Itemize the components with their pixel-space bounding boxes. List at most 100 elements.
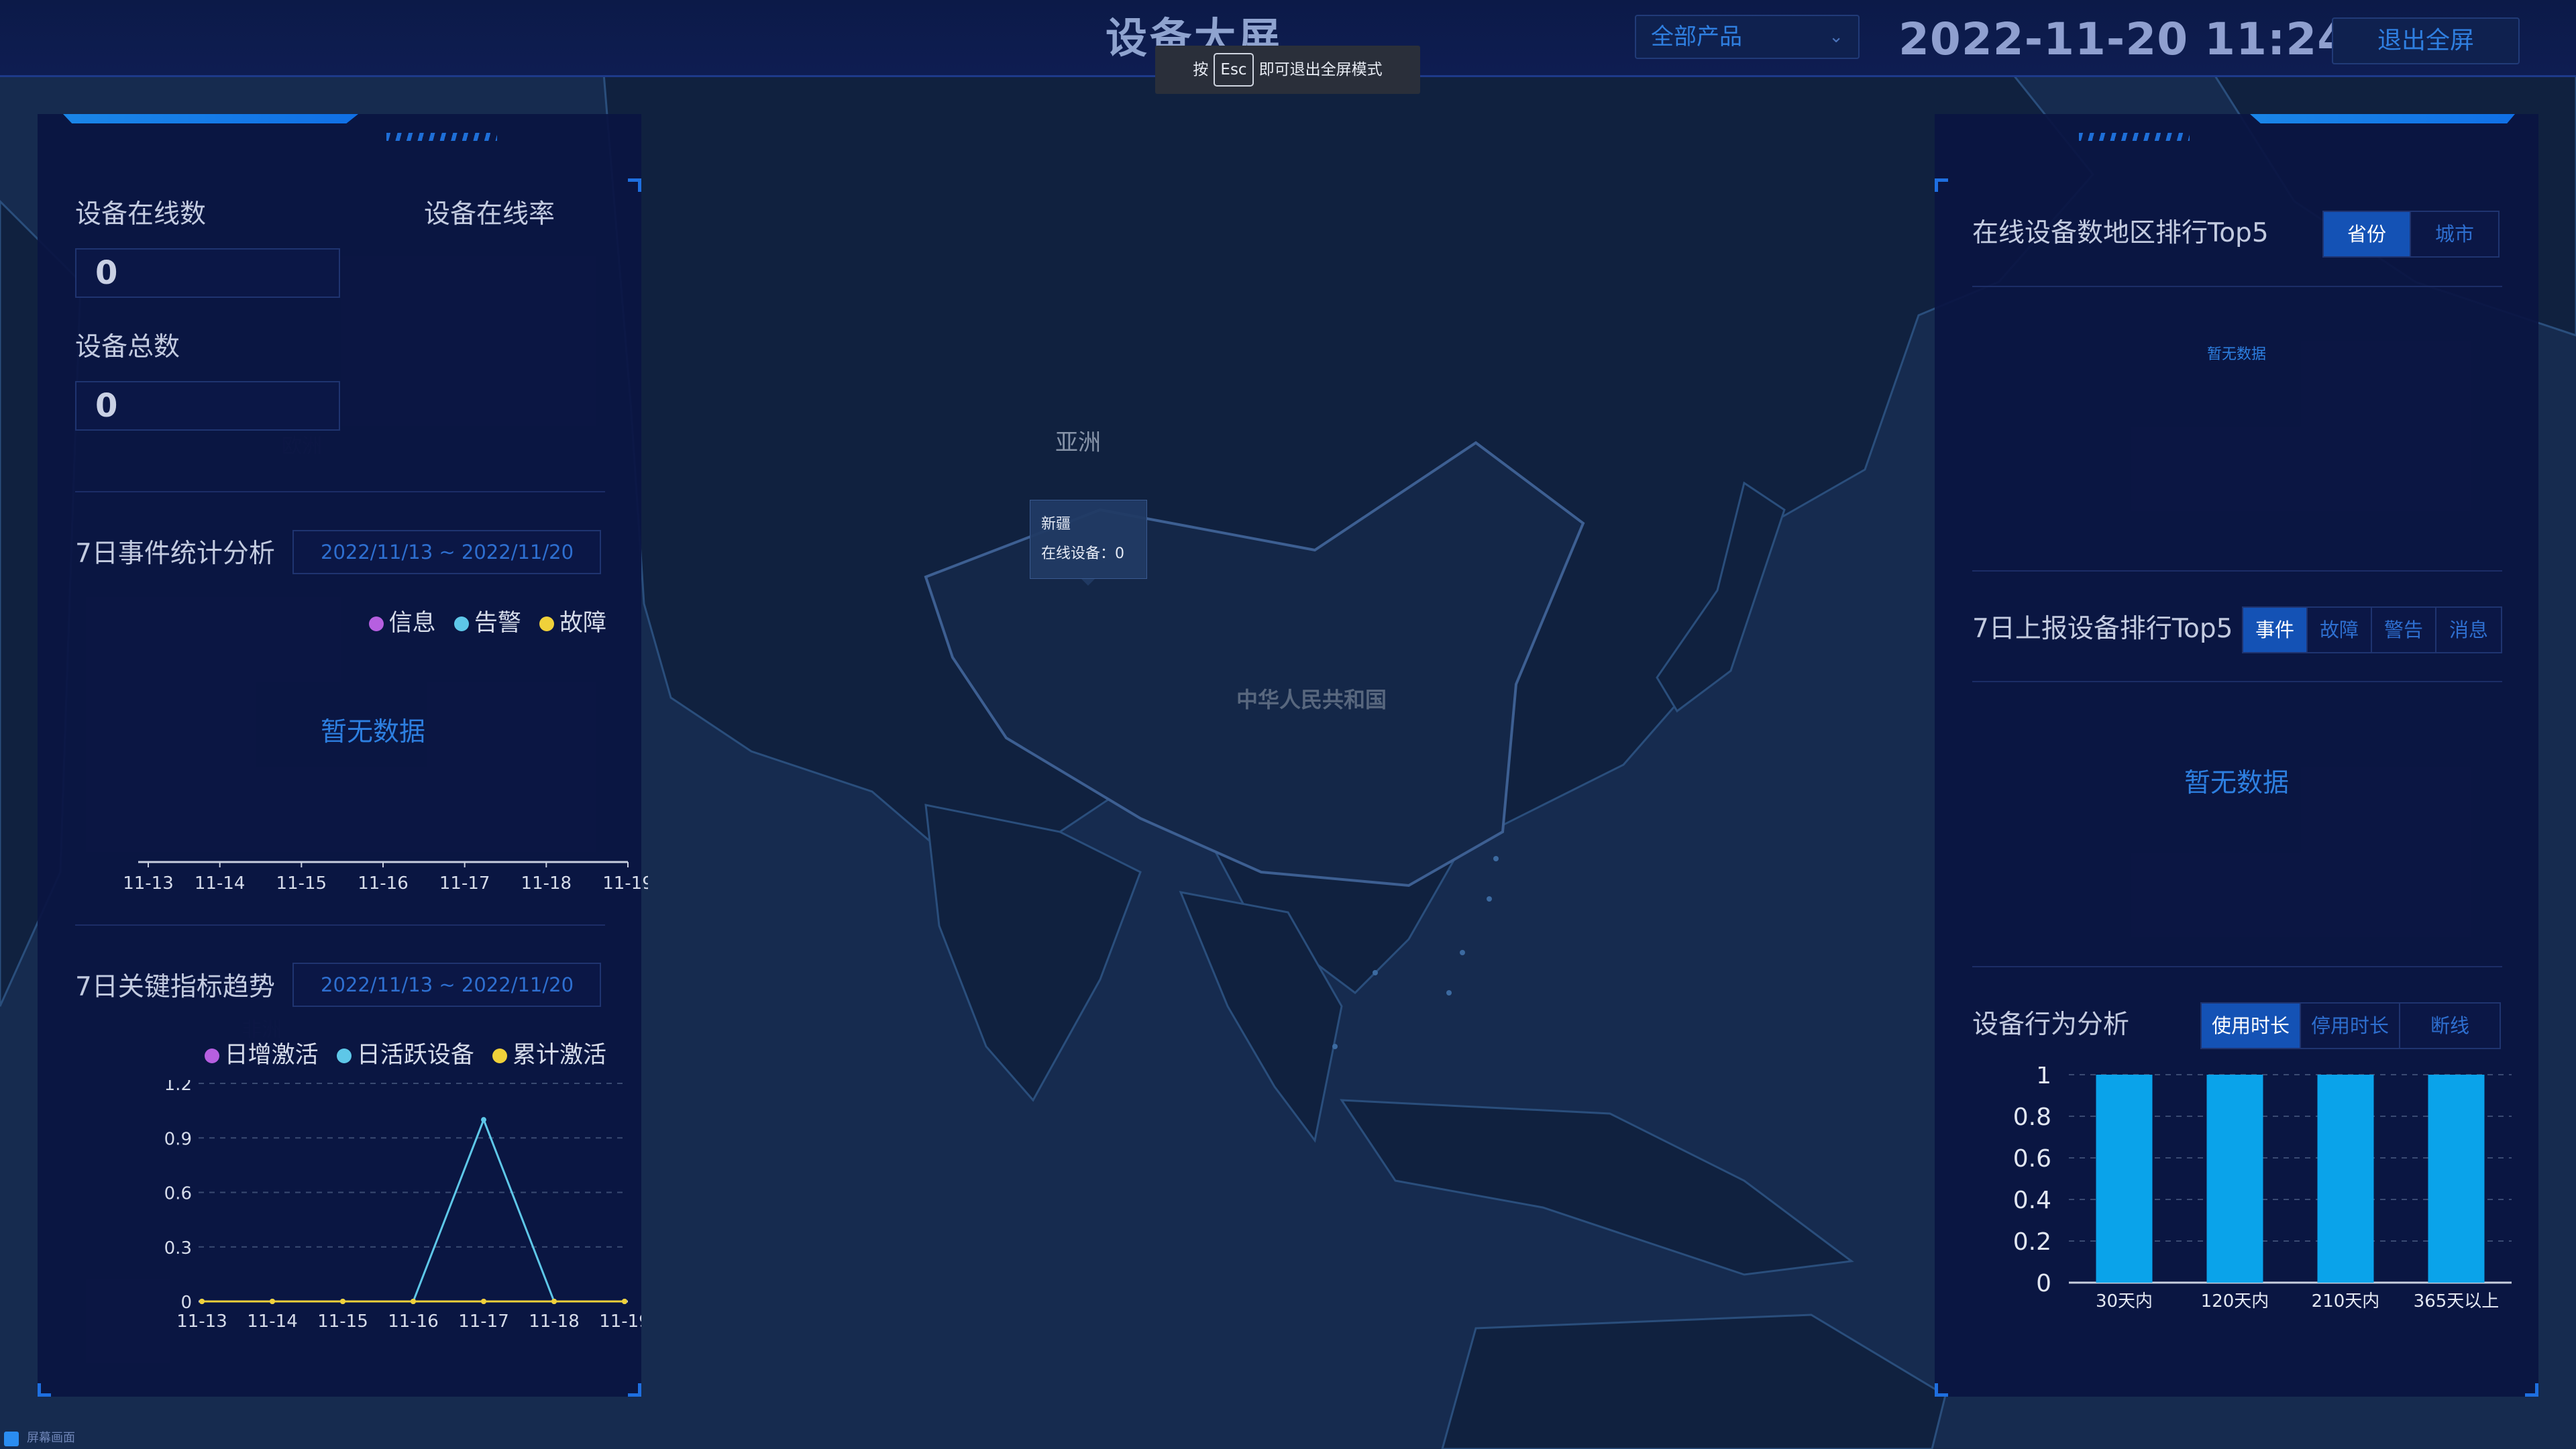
toast-text-after: 即可退出全屏模式 [1258,61,1383,78]
behavior-y-label: 0.6 [2013,1145,2051,1173]
panel-topbar [2250,114,2515,123]
legend-dot [336,1049,352,1063]
panel-corner [2525,1383,2538,1397]
exit-fullscreen-button[interactable]: 退出全屏 [2332,17,2520,64]
events-title: 7日事件统计分析 [75,539,275,569]
trends-data-point [270,1299,275,1304]
trends-y-label: 0.6 [164,1184,192,1204]
online-count-value: 0 [75,248,340,298]
events-range-sep: ~ [439,541,455,564]
region-no-data: 暂无数据 [2206,346,2266,363]
trends-range-sep: ~ [439,973,455,996]
legend-dot [453,616,469,631]
status-bar: 屏幕画面 [0,1428,87,1449]
trends-x-label: 11-18 [529,1311,580,1332]
trends-x-label: 11-14 [247,1311,298,1332]
trends-x-label: 11-15 [317,1311,368,1332]
tab-event[interactable]: 事件 [2243,608,2308,652]
trends-data-point [481,1299,486,1304]
chevron-down-icon: ⌄ [1829,27,1843,47]
behavior-y-label: 1 [2036,1067,2051,1089]
events-x-label: 11-16 [358,873,409,894]
events-x-label: 11-19 [602,873,648,894]
panel-stripe [386,133,497,141]
product-select-value: 全部产品 [1651,23,1742,50]
trends-data-point [622,1299,627,1304]
events-x-label: 11-18 [521,873,572,894]
trends-legend: 日增激活 日活跃设备 累计激活 [194,1036,606,1070]
behavior-x-label: 365天以上 [2414,1291,2500,1311]
online-rate-label: 设备在线率 [424,199,555,229]
fullscreen-toast: 按 Esc 即可退出全屏模式 [1155,46,1420,94]
tooltip-region: 新疆 [1041,516,1071,533]
left-panel: 设备在线数 0 设备在线率 设备总数 0 7日事件统计分析 2022/11/13… [38,114,648,1397]
legend-dot [492,1049,507,1063]
behavior-tabs: 使用时长 停用时长 断线 [2200,1002,2501,1049]
trends-x-label: 11-13 [176,1311,227,1332]
events-date-range[interactable]: 2022/11/13 ~ 2022/11/20 [292,530,601,574]
tab-message[interactable]: 消息 [2436,608,2501,652]
trends-data-point [340,1299,345,1304]
section-divider [1972,966,2502,967]
panel-topbar [63,114,358,123]
map-tooltip: 新疆 在线设备：0 [1030,500,1147,579]
panel-stripe [2079,133,2190,141]
events-x-label: 11-13 [125,873,174,894]
online-count-label: 设备在线数 [75,199,207,229]
product-select[interactable]: 全部产品 ⌄ [1635,15,1860,59]
panel-corner [1935,1383,1948,1397]
behavior-y-label: 0.8 [2013,1104,2051,1131]
tab-warning[interactable]: 警告 [2372,608,2436,652]
panel-corner [628,178,641,192]
events-chart: 11-13 11-14 11-15 11-16 11-17 11-18 11-19 [125,861,648,894]
legend-label: 告警 [474,610,521,637]
tab-idle-duration[interactable]: 停用时长 [2301,1004,2400,1048]
trends-date-range[interactable]: 2022/11/13 ~ 2022/11/20 [292,963,601,1007]
legend-label: 故障 [559,610,606,637]
tab-city[interactable]: 城市 [2411,212,2498,256]
behavior-bar [2428,1075,2485,1283]
total-count-value: 0 [75,381,340,431]
behavior-x-label: 120天内 [2201,1291,2269,1311]
tab-fault[interactable]: 故障 [2308,608,2372,652]
behavior-x-label: 30天内 [2096,1291,2153,1311]
trends-line-chart: 0 0.3 0.6 0.9 1.2 11-13 11-14 11-15 11-16 11-17 11… [164,1080,641,1332]
behavior-y-label: 0 [2036,1270,2051,1297]
section-divider [1972,286,2502,287]
behavior-bar [2317,1075,2374,1283]
trends-data-point [411,1299,416,1304]
trends-y-label: 0.3 [164,1238,192,1258]
esc-key-icon: Esc [1214,53,1254,87]
toast-text-before: 按 [1193,61,1209,78]
behavior-bar-chart: 0 0.2 0.4 0.6 0.8 1 30天内 120天内 210天内 365天以上 [2013,1067,2512,1311]
panel-corner [1935,178,1948,192]
behavior-y-label: 0.2 [2013,1228,2051,1256]
legend-label: 累计激活 [512,1042,606,1069]
report-no-data: 暂无数据 [2184,768,2289,798]
tab-disconnect[interactable]: 断线 [2400,1004,2500,1048]
events-x-label: 11-14 [195,873,246,894]
tab-province[interactable]: 省份 [2324,212,2411,256]
trends-x-label: 11-17 [458,1311,509,1332]
tooltip-pointer [1081,579,1095,586]
trends-data-point [551,1299,557,1304]
panel-corner [628,1383,641,1397]
legend-dot [539,616,554,631]
app-icon [4,1432,19,1446]
legend-dot [368,616,384,631]
trends-y-label: 0.9 [164,1129,192,1149]
legend-label: 日活跃设备 [356,1042,474,1069]
section-divider [75,924,605,926]
trends-title: 7日关键指标趋势 [75,972,275,1002]
behavior-x-label: 210天内 [2312,1291,2380,1311]
right-panel: 在线设备数地区排行Top5 省份 城市 暂无数据 7日上报设备排行Top5 事件… [1935,114,2538,1397]
events-range-end: 2022/11/20 [461,541,574,564]
events-range-start: 2022/11/13 [321,541,433,564]
trends-y-label: 0 [180,1293,192,1313]
panel-corner [38,1383,51,1397]
map-label-asia: 亚洲 [1055,429,1101,456]
region-top5-title: 在线设备数地区排行Top5 [1972,218,2269,248]
report-tabs: 事件 故障 警告 消息 [2242,606,2502,653]
tab-usage-duration[interactable]: 使用时长 [2202,1004,2301,1048]
events-x-label: 11-17 [439,873,490,894]
